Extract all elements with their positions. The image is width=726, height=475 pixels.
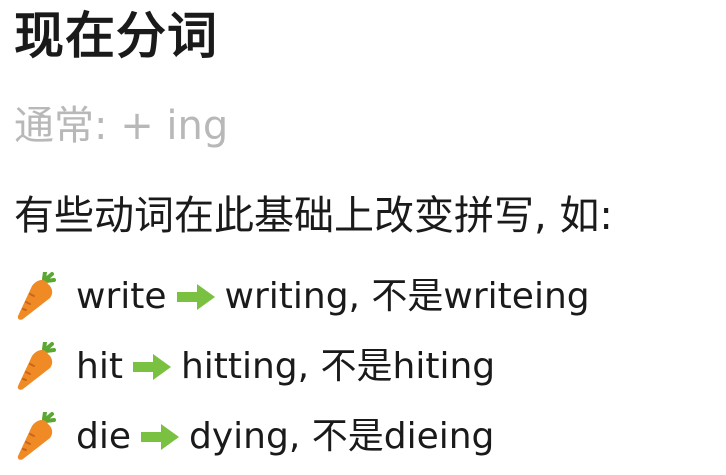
ing-form: hitting, 不是hiting — [180, 346, 496, 387]
example-list: write writing, 不是writeing hit hitting, 不… — [14, 262, 590, 472]
right-arrow-icon — [141, 424, 180, 450]
base-verb: die — [76, 416, 132, 457]
list-item: die dying, 不是dieing — [14, 402, 590, 472]
ing-form: dying, 不是dieing — [189, 416, 495, 457]
list-item: hit hitting, 不是hiting — [14, 332, 590, 402]
right-arrow-icon — [132, 354, 171, 380]
carrot-icon — [17, 412, 56, 460]
page-title: 现在分词 — [14, 7, 218, 65]
ing-form: writing, 不是writeing — [224, 276, 590, 317]
base-verb: hit — [76, 346, 123, 387]
right-arrow-icon — [176, 284, 215, 310]
usage-subtitle: 通常: + ing — [14, 103, 229, 149]
intro-text: 有些动词在此基础上改变拼写, 如: — [14, 193, 613, 239]
list-item: write writing, 不是writeing — [14, 262, 590, 332]
base-verb: write — [76, 276, 167, 317]
carrot-icon — [17, 272, 56, 320]
carrot-icon — [17, 342, 56, 390]
